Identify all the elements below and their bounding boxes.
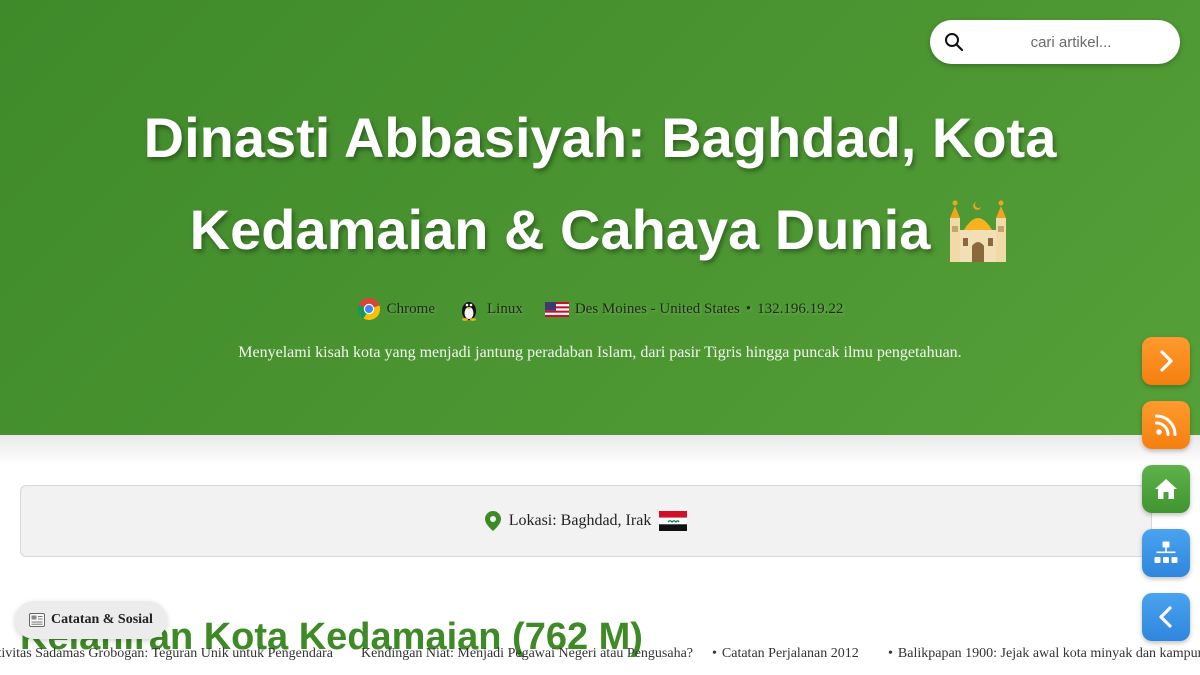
chevron-right-icon xyxy=(1160,350,1173,372)
linux-icon xyxy=(461,302,476,321)
newspaper-icon xyxy=(29,613,46,627)
search-input[interactable] xyxy=(974,28,1168,56)
home-button[interactable] xyxy=(1142,465,1190,513)
home-icon xyxy=(1155,479,1177,499)
page-subtitle: Menyelami kisah kota yang menjadi jantun… xyxy=(238,344,962,361)
visitor-info: Chrome Linux Des Moines - United States … xyxy=(0,296,1200,322)
ticker-item-title[interactable]: Balikpapan 1900: Jejak awal kota minyak … xyxy=(898,646,1200,661)
iraq-flag-icon xyxy=(659,511,688,531)
browser-name: Chrome xyxy=(386,300,435,317)
rss-button[interactable] xyxy=(1142,401,1190,449)
next-button[interactable] xyxy=(1142,337,1190,385)
ticker-item[interactable]: • Balikpapan 1900: Jejak awal kota minyak… xyxy=(888,646,1200,662)
previous-button[interactable] xyxy=(1142,593,1190,641)
ticker-item[interactable]: • Catatan Perjalanan 2012 xyxy=(712,646,859,662)
map-pin-icon xyxy=(484,511,501,531)
location-text: Lokasi: Baghdad, Irak xyxy=(508,512,652,529)
ticker-item[interactable]: Festivitas Sadamas Grobogan: Teguran Uni… xyxy=(0,646,333,662)
sitemap-button[interactable] xyxy=(1142,529,1190,577)
chevron-left-icon xyxy=(1159,606,1172,628)
chrome-icon xyxy=(357,298,380,321)
ticker-bullet: • xyxy=(712,646,717,661)
location-box: Lokasi: Baghdad, Irak xyxy=(20,485,1152,557)
page-title-line2: Kedamaian & Cahaya Dunia xyxy=(189,198,931,261)
visitor-ip: 132.196.19.22 xyxy=(757,300,844,317)
sitemap-icon xyxy=(1154,541,1178,563)
ticker-item[interactable]: Kendingan Niat: Menjadi Pegawai Negeri a… xyxy=(361,646,693,662)
hero-header: Dinasti Abbasiyah: Baghdad, Kota Kedamai… xyxy=(0,0,1200,435)
mosque-icon xyxy=(950,200,1007,262)
rss-icon xyxy=(1155,414,1177,436)
ticker-bullet: • xyxy=(888,646,893,661)
meta-separator: • xyxy=(745,300,752,317)
hero-divider xyxy=(0,435,1200,465)
os-name: Linux xyxy=(486,300,523,317)
article-ticker: Festivitas Sadamas Grobogan: Teguran Uni… xyxy=(0,646,1200,666)
ticker-item-title[interactable]: Catatan Perjalanan 2012 xyxy=(722,646,859,661)
notes-social-button[interactable]: Catatan & Sosial xyxy=(15,601,167,639)
visitor-location: Des Moines - United States xyxy=(574,300,740,317)
ticker-item-title[interactable]: Festivitas Sadamas Grobogan: Teguran Uni… xyxy=(0,646,333,661)
notes-social-label: Catatan & Sosial xyxy=(51,612,153,627)
page-title-line1: Dinasti Abbasiyah: Baghdad, Kota xyxy=(143,106,1057,169)
search-box[interactable] xyxy=(930,20,1180,64)
us-flag-icon xyxy=(544,302,569,317)
search-icon[interactable] xyxy=(944,32,964,52)
page-title: Dinasti Abbasiyah: Baghdad, Kota Kedamai… xyxy=(100,92,1100,276)
ticker-item-title[interactable]: Kendingan Niat: Menjadi Pegawai Negeri a… xyxy=(361,646,693,661)
